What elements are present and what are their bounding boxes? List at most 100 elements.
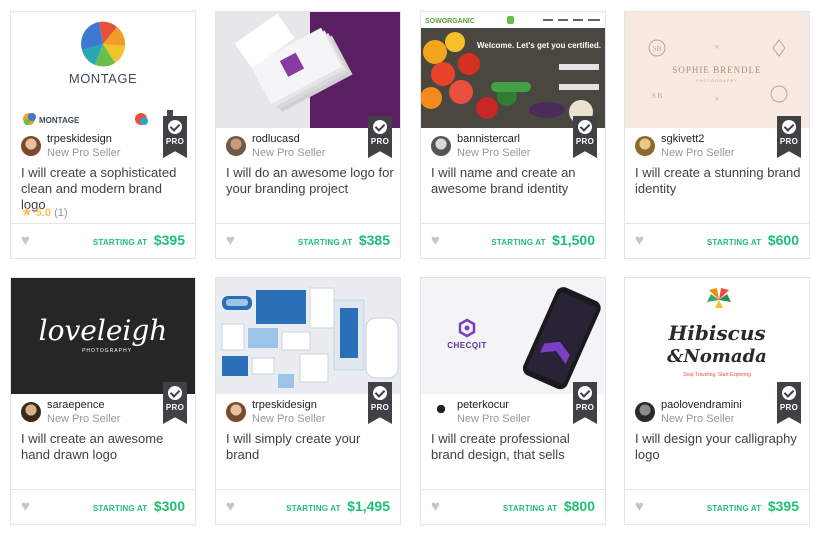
- gig-footer: ♥ STARTING AT $395: [11, 223, 195, 258]
- gig-title[interactable]: I will simply create your brand: [226, 431, 394, 463]
- starting-at-label: STARTING AT: [92, 504, 148, 513]
- gig-card[interactable]: SB × SOPHIE BRENDLE PHOTOGRAPHY S B × PR…: [624, 11, 810, 259]
- price-block[interactable]: STARTING AT $395: [93, 232, 185, 250]
- seller-name[interactable]: trpeskidesign: [252, 399, 317, 411]
- checkmark-icon: [373, 120, 387, 134]
- price: $395: [767, 498, 799, 514]
- loveleigh-logo-image: loveleigh PHOTOGRAPHY: [39, 314, 168, 354]
- price-block[interactable]: STARTING AT $300: [93, 498, 185, 516]
- gig-card[interactable]: CHECQIT PRO peterkocur New Pro Seller I …: [420, 277, 606, 525]
- gig-card[interactable]: MONTAGE MONTAGE PRO trpeskidesign New Pr…: [10, 11, 196, 259]
- seller-name[interactable]: trpeskidesign: [47, 133, 112, 145]
- gig-footer: ♥ STARTING AT $1,495: [216, 489, 400, 524]
- montage-small-wordmark: MONTAGE: [39, 116, 80, 125]
- seller-name[interactable]: paolovendramini: [661, 399, 742, 411]
- heart-icon[interactable]: ♥: [21, 232, 30, 249]
- price-block[interactable]: STARTING AT $1,500: [491, 232, 595, 250]
- price-block[interactable]: STARTING AT $385: [298, 232, 390, 250]
- price: $1,495: [347, 498, 390, 514]
- pro-badge: PRO: [368, 116, 392, 158]
- checkmark-icon: [782, 120, 796, 134]
- seller-name[interactable]: bannistercarl: [457, 133, 520, 145]
- seller-level: New Pro Seller: [661, 413, 735, 425]
- montage-wordmark: MONTAGE: [69, 71, 137, 86]
- avatar[interactable]: [431, 136, 451, 156]
- gig-thumbnail[interactable]: SB × SOPHIE BRENDLE PHOTOGRAPHY S B ×: [625, 12, 809, 128]
- seller-name[interactable]: saraepence: [47, 399, 105, 411]
- svg-text:×: ×: [714, 94, 719, 104]
- gig-thumbnail[interactable]: Hibiscus &Nomada Stop Traveling. Start E…: [625, 278, 809, 394]
- starting-at-label: STARTING AT: [491, 238, 546, 247]
- gig-thumbnail[interactable]: [216, 278, 400, 394]
- seller-level: New Pro Seller: [661, 147, 735, 159]
- pro-badge: PRO: [163, 382, 187, 424]
- starting-at-label: STARTING AT: [92, 238, 148, 247]
- svg-text:×: ×: [714, 42, 719, 52]
- seller-name[interactable]: sgkivett2: [661, 133, 704, 145]
- soworganic-wordmark: SOWORGANIC: [425, 18, 475, 25]
- avatar[interactable]: [21, 402, 41, 422]
- heart-icon[interactable]: ♥: [431, 232, 440, 249]
- heart-icon[interactable]: ♥: [431, 498, 440, 515]
- gig-title[interactable]: I will create a stunning brand identity: [635, 165, 803, 197]
- montage-logo-image: MONTAGE MONTAGE: [23, 21, 173, 125]
- avatar[interactable]: [226, 136, 246, 156]
- gig-thumbnail[interactable]: CHECQIT: [421, 278, 605, 394]
- checkmark-icon: [782, 386, 796, 400]
- gig-title[interactable]: I will create an awesome hand drawn logo: [21, 431, 189, 463]
- hibiscus-tagline: Stop Traveling. Start Exploring: [683, 372, 751, 378]
- soworganic-website-image: SOWORGANIC Welcome. Let's get you certif…: [421, 12, 605, 128]
- avatar[interactable]: [635, 136, 655, 156]
- heart-icon[interactable]: ♥: [226, 232, 235, 249]
- sophie-tagline: PHOTOGRAPHY: [696, 78, 738, 83]
- checkmark-icon: [578, 120, 592, 134]
- starting-at-label: STARTING AT: [706, 238, 762, 247]
- rating-count: (1): [54, 207, 68, 219]
- price-block[interactable]: STARTING AT $1,495: [286, 498, 390, 516]
- gig-card[interactable]: loveleigh PHOTOGRAPHY PRO saraepence New…: [10, 277, 196, 525]
- gig-card[interactable]: PRO rodlucasd New Pro Seller I will do a…: [215, 11, 401, 259]
- gig-thumbnail[interactable]: SOWORGANIC Welcome. Let's get you certif…: [421, 12, 605, 128]
- gig-footer: ♥ STARTING AT $600: [625, 223, 809, 258]
- gig-title[interactable]: I will design your calligraphy logo: [635, 431, 803, 463]
- avatar[interactable]: [21, 136, 41, 156]
- seller-level: New Pro Seller: [252, 413, 326, 425]
- hibiscus-nomada-image: Hibiscus &Nomada Stop Traveling. Start E…: [667, 288, 767, 378]
- checkmark-icon: [578, 386, 592, 400]
- starting-at-label: STARTING AT: [297, 238, 353, 247]
- svg-text:S B: S B: [652, 92, 663, 100]
- starting-at-label: STARTING AT: [286, 504, 341, 513]
- avatar[interactable]: [226, 402, 246, 422]
- gig-card[interactable]: Hibiscus &Nomada Stop Traveling. Start E…: [624, 277, 810, 525]
- gig-title[interactable]: I will do an awesome logo for your brand…: [226, 165, 394, 197]
- gig-card[interactable]: SOWORGANIC Welcome. Let's get you certif…: [420, 11, 606, 259]
- price-block[interactable]: STARTING AT $800: [503, 498, 595, 516]
- nomada-wordmark: &Nomada: [667, 346, 767, 367]
- price-block[interactable]: STARTING AT $600: [707, 232, 799, 250]
- gig-thumbnail[interactable]: MONTAGE MONTAGE: [11, 12, 195, 128]
- seller-level: New Pro Seller: [47, 147, 121, 159]
- seller-name[interactable]: peterkocur: [457, 399, 509, 411]
- seller-name[interactable]: rodlucasd: [252, 133, 300, 145]
- heart-icon[interactable]: ♥: [635, 232, 644, 249]
- starting-at-label: STARTING AT: [502, 504, 558, 513]
- price-block[interactable]: STARTING AT $395: [707, 498, 799, 516]
- gig-footer: ♥ STARTING AT $800: [421, 489, 605, 524]
- gig-card[interactable]: PRO trpeskidesign New Pro Seller I will …: [215, 277, 401, 525]
- heart-icon[interactable]: ♥: [226, 498, 235, 515]
- gig-thumbnail[interactable]: [216, 12, 400, 128]
- price: $300: [153, 498, 185, 514]
- pro-badge: PRO: [368, 382, 392, 424]
- gig-title[interactable]: I will name and create an awesome brand …: [431, 165, 599, 197]
- gig-title[interactable]: I will create professional brand design,…: [431, 431, 599, 463]
- rating-score: 5.0: [35, 207, 52, 219]
- avatar[interactable]: [635, 402, 655, 422]
- avatar[interactable]: [431, 402, 451, 422]
- heart-icon[interactable]: ♥: [21, 498, 30, 515]
- checkmark-icon: [168, 386, 182, 400]
- checkmark-icon: [373, 386, 387, 400]
- pro-badge: PRO: [573, 382, 597, 424]
- heart-icon[interactable]: ♥: [635, 498, 644, 515]
- gig-thumbnail[interactable]: loveleigh PHOTOGRAPHY: [11, 278, 195, 394]
- pro-label: PRO: [370, 137, 390, 146]
